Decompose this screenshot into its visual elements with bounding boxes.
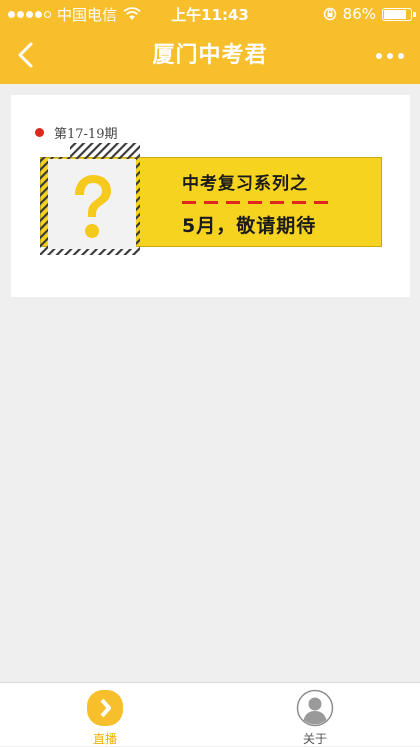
banner-heading: 中考复习系列之: [182, 174, 308, 194]
signal-strength-icon: [8, 10, 51, 18]
question-mark-icon: [75, 175, 111, 238]
orientation-lock-icon: [323, 7, 336, 21]
battery-icon: [382, 7, 416, 21]
battery-percent: 86%: [342, 5, 376, 23]
banner-subheading: 5月，敬请期待: [182, 215, 317, 237]
banner-image[interactable]: 中考复习系列之 5月，敬请期待: [40, 143, 382, 255]
issue-label: 第17-19期: [54, 127, 118, 142]
question-box: [48, 159, 136, 249]
dashed-divider: [182, 201, 334, 204]
play-icon: [87, 690, 123, 726]
more-button[interactable]: [374, 46, 406, 66]
more-dots-icon: [376, 53, 382, 59]
tab-about[interactable]: 关于: [210, 683, 420, 747]
nav-bar: 厦门中考君: [0, 28, 420, 84]
carrier-label: 中国电信: [57, 5, 118, 24]
status-left: 中国电信: [8, 4, 141, 25]
article-card[interactable]: 第17-19期 中考复习系列之 5月，敬请期待: [11, 95, 410, 297]
status-bar: 中国电信 上午11:43 86%: [0, 0, 420, 28]
tab-live[interactable]: 直播: [0, 683, 210, 747]
user-avatar-icon: [296, 689, 334, 727]
issue-row: 第17-19期: [35, 123, 117, 142]
status-right: 86%: [323, 5, 416, 23]
tab-about-label: 关于: [302, 732, 327, 746]
bullet-dot: [35, 128, 44, 137]
wifi-icon: [123, 7, 141, 20]
tab-live-label: 直播: [92, 732, 117, 746]
page-title: 厦门中考君: [152, 43, 268, 68]
tab-bar: 直播 关于: [0, 682, 420, 746]
